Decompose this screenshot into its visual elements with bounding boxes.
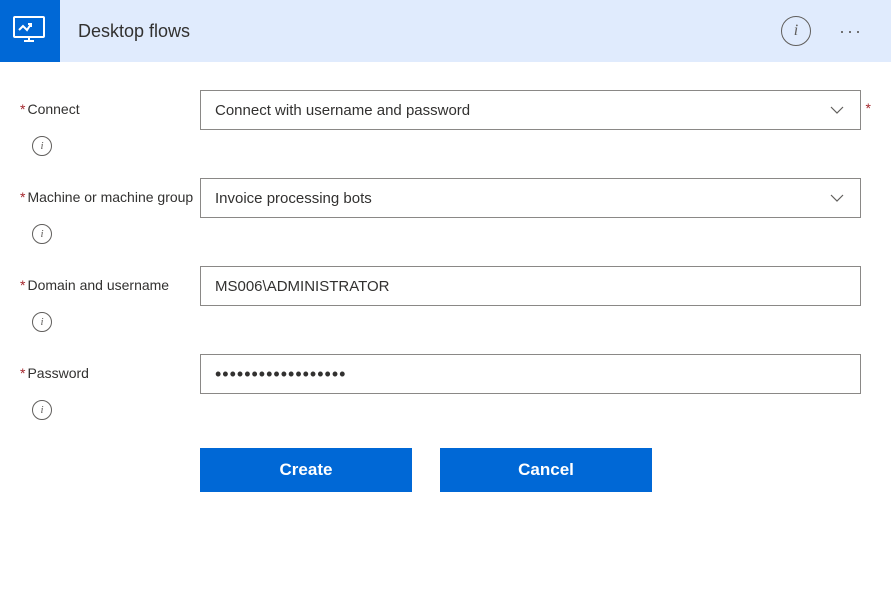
required-mark: * [20,101,25,117]
cancel-button[interactable]: Cancel [440,448,652,492]
more-options-button[interactable]: ··· [831,17,871,46]
connect-dropdown-value: Connect with username and password [215,102,828,119]
domain-username-help-icon[interactable]: i [32,312,52,332]
password-masked-value: •••••••••••••••••• [215,364,346,385]
required-mark: * [20,277,25,293]
monitor-flow-icon [0,0,60,62]
required-mark: * [20,365,25,381]
domain-username-input[interactable] [200,266,861,306]
password-input[interactable]: •••••••••••••••••• [200,354,861,394]
machine-dropdown[interactable]: Invoice processing bots [200,178,861,218]
dialog-header: Desktop flows i ··· [0,0,891,62]
machine-dropdown-value: Invoice processing bots [215,190,828,207]
required-mark-trailing: * [861,90,871,116]
chevron-down-icon [828,189,846,207]
dialog-title: Desktop flows [78,21,781,42]
password-label: *Password [20,354,200,382]
connection-form: *Connect Connect with username and passw… [0,62,891,492]
password-help-icon[interactable]: i [32,400,52,420]
machine-label: *Machine or machine group [20,178,200,206]
connect-label: *Connect [20,90,200,118]
domain-username-label: *Domain and username [20,266,200,294]
machine-help-icon[interactable]: i [32,224,52,244]
required-mark: * [20,189,25,205]
chevron-down-icon [828,101,846,119]
connect-dropdown[interactable]: Connect with username and password [200,90,861,130]
button-row: Create Cancel [200,448,871,492]
connect-help-icon[interactable]: i [32,136,52,156]
create-button[interactable]: Create [200,448,412,492]
info-icon[interactable]: i [781,16,811,46]
